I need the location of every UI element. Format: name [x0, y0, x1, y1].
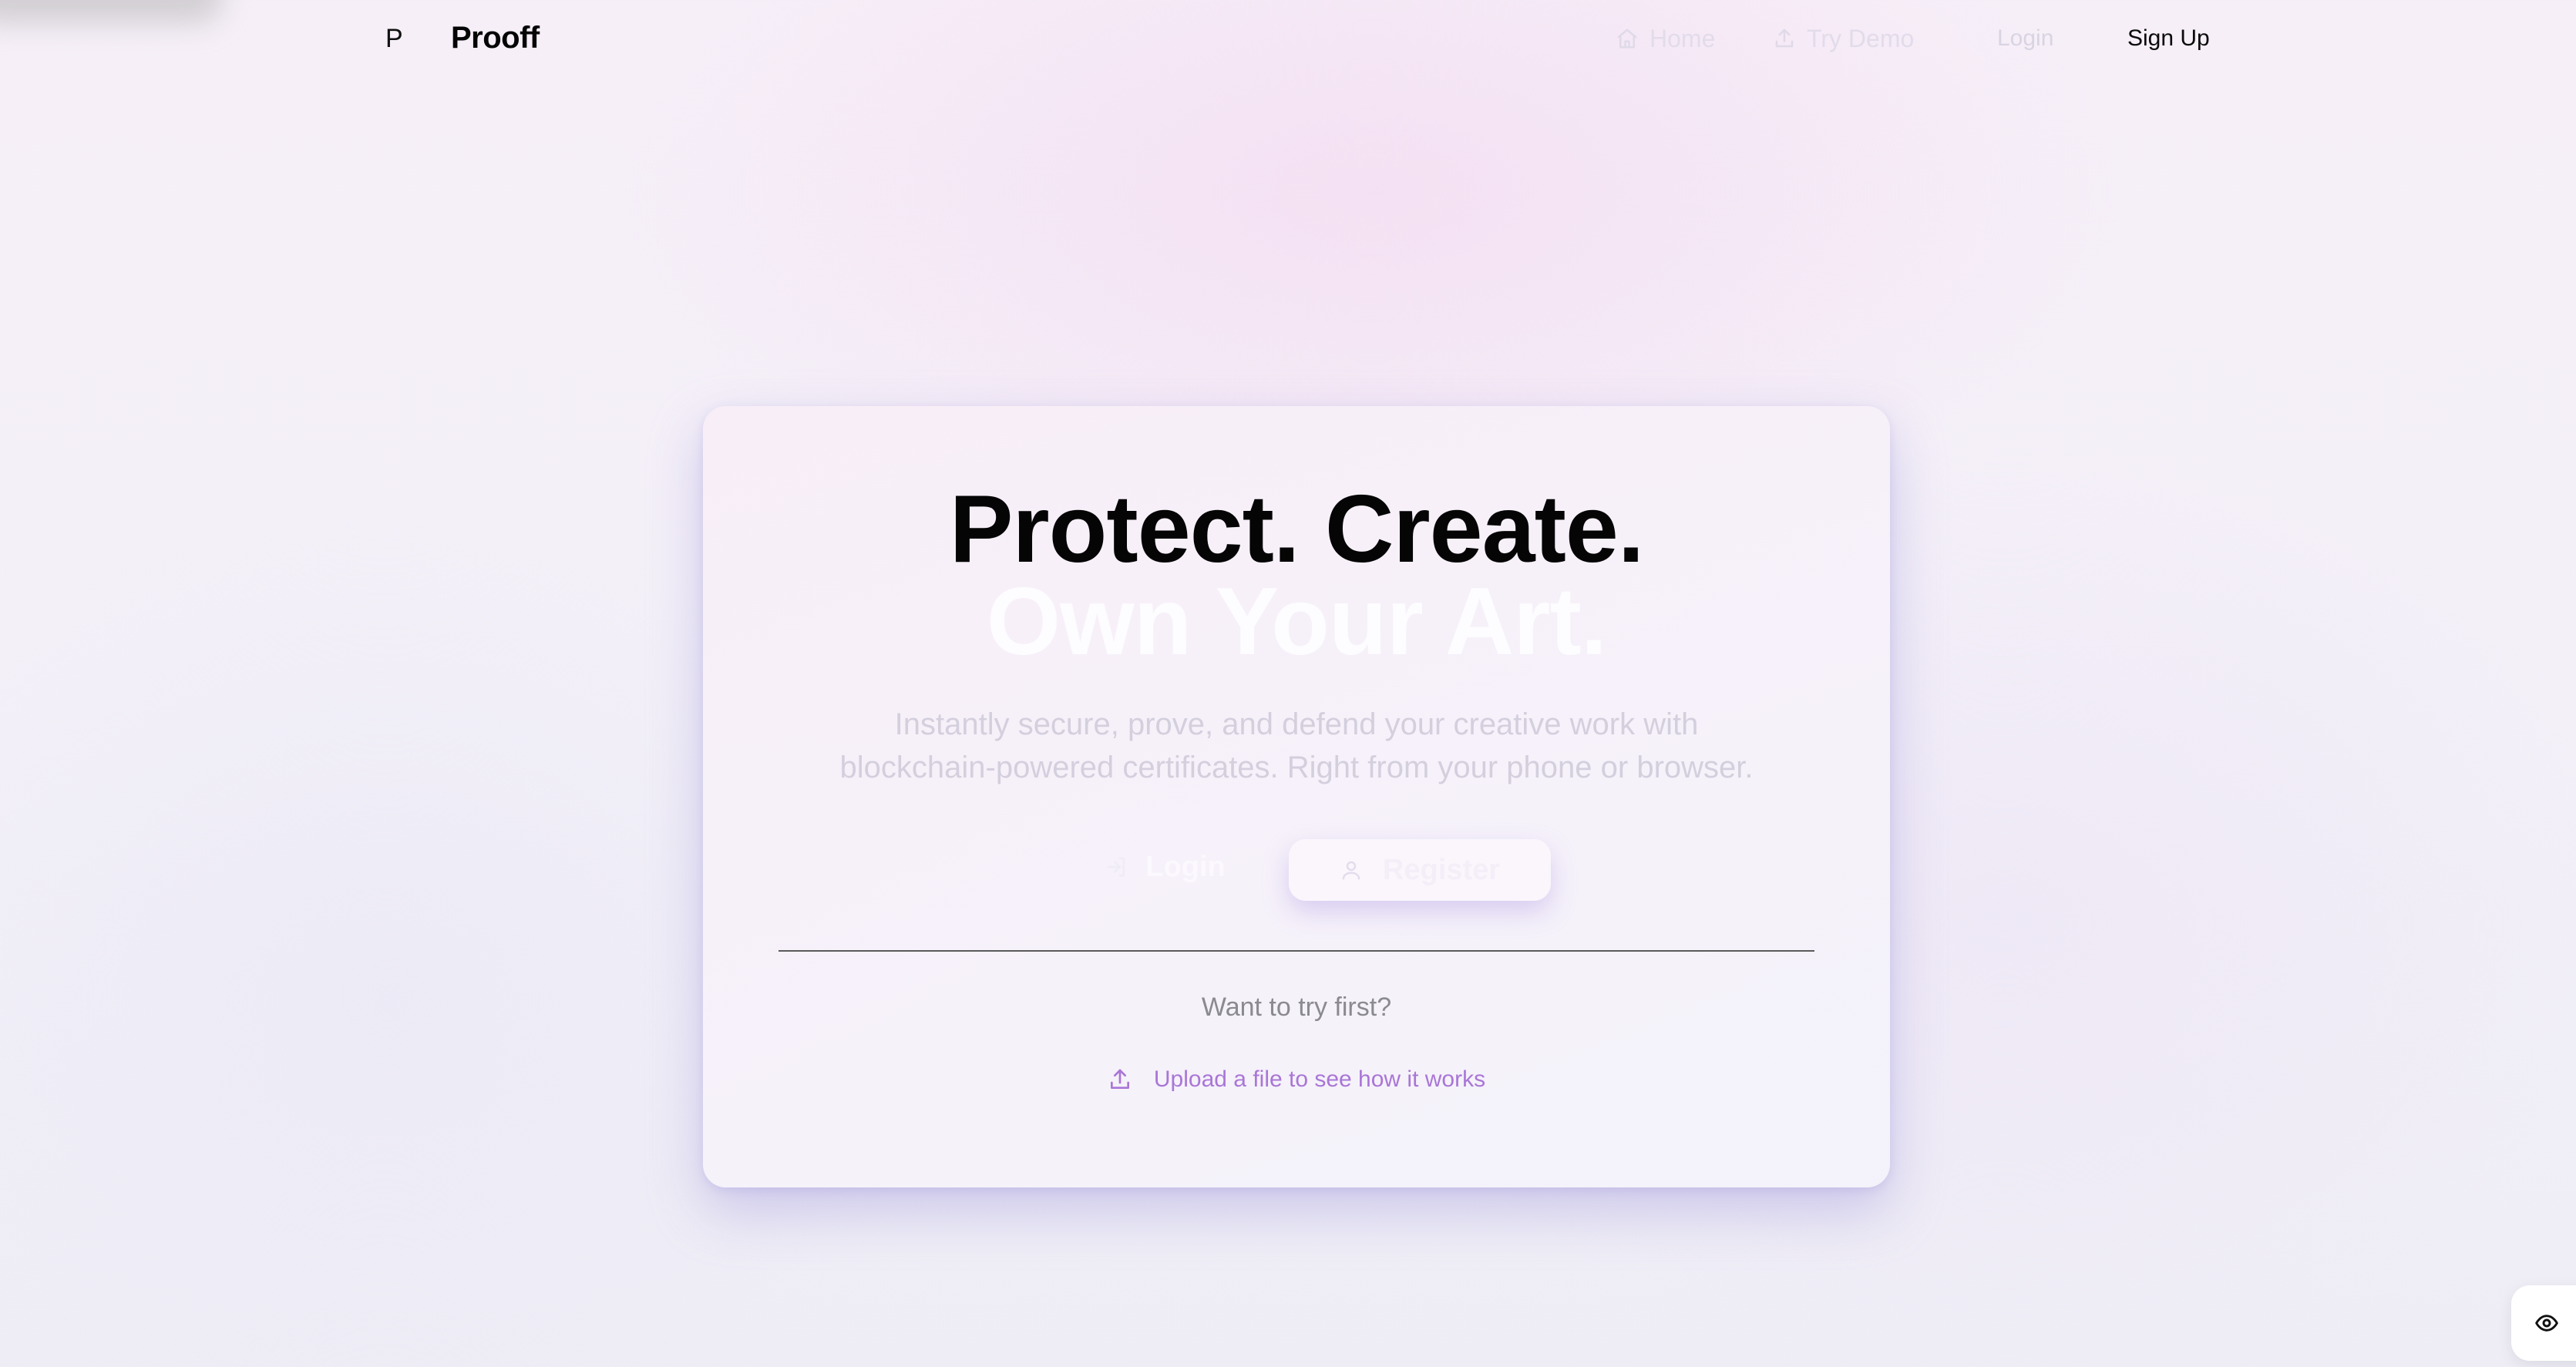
brand-name[interactable]: Prooff: [451, 18, 540, 57]
upload-demo-link[interactable]: Upload a file to see how it works: [1104, 1063, 1489, 1097]
register-button-label: Register: [1382, 853, 1501, 886]
login-button-label: Login: [1145, 850, 1226, 883]
register-button[interactable]: Register: [1289, 839, 1551, 901]
user-icon: [1342, 861, 1360, 880]
eye-icon: [2535, 1315, 2558, 1332]
home-icon: [1617, 29, 1637, 49]
headline-primary: Protect. Create.: [949, 476, 1645, 583]
upload-icon: [1110, 1069, 1129, 1089]
logo-mark[interactable]: P: [385, 22, 403, 55]
top-navbar: P Prooff Home Try Demo Login Sign Up: [0, 0, 2576, 77]
hero-card: Protect. Create. Own Your Art. Instantly…: [703, 406, 1890, 1187]
accessibility-toggle-button[interactable]: [2511, 1285, 2576, 1361]
hero-subtitle: Instantly secure, prove, and defend your…: [749, 703, 1844, 789]
nav-login-link[interactable]: Login: [1997, 20, 2053, 57]
login-icon: [1107, 857, 1125, 877]
upload-link-label: Upload a file to see how it works: [1153, 1066, 1486, 1092]
nav-try-demo-label: Try Demo: [1807, 25, 1915, 52]
headline-secondary: Own Your Art.: [986, 569, 1608, 675]
nav-home-label: Home: [1650, 25, 1716, 52]
nav-signup-link[interactable]: Sign Up: [2127, 20, 2210, 57]
card-divider: [779, 950, 1814, 952]
nav-try-demo-link[interactable]: Try Demo: [1773, 20, 1914, 57]
nav-home-link[interactable]: Home: [1616, 20, 1715, 57]
try-first-text: Want to try first?: [1201, 993, 1392, 1022]
subtitle-line-2: blockchain-powered certificates. Right f…: [839, 751, 1754, 784]
upload-icon: [1775, 29, 1794, 48]
login-button[interactable]: Login: [1088, 842, 1243, 892]
subtitle-line-1: Instantly secure, prove, and defend your…: [894, 707, 1699, 741]
